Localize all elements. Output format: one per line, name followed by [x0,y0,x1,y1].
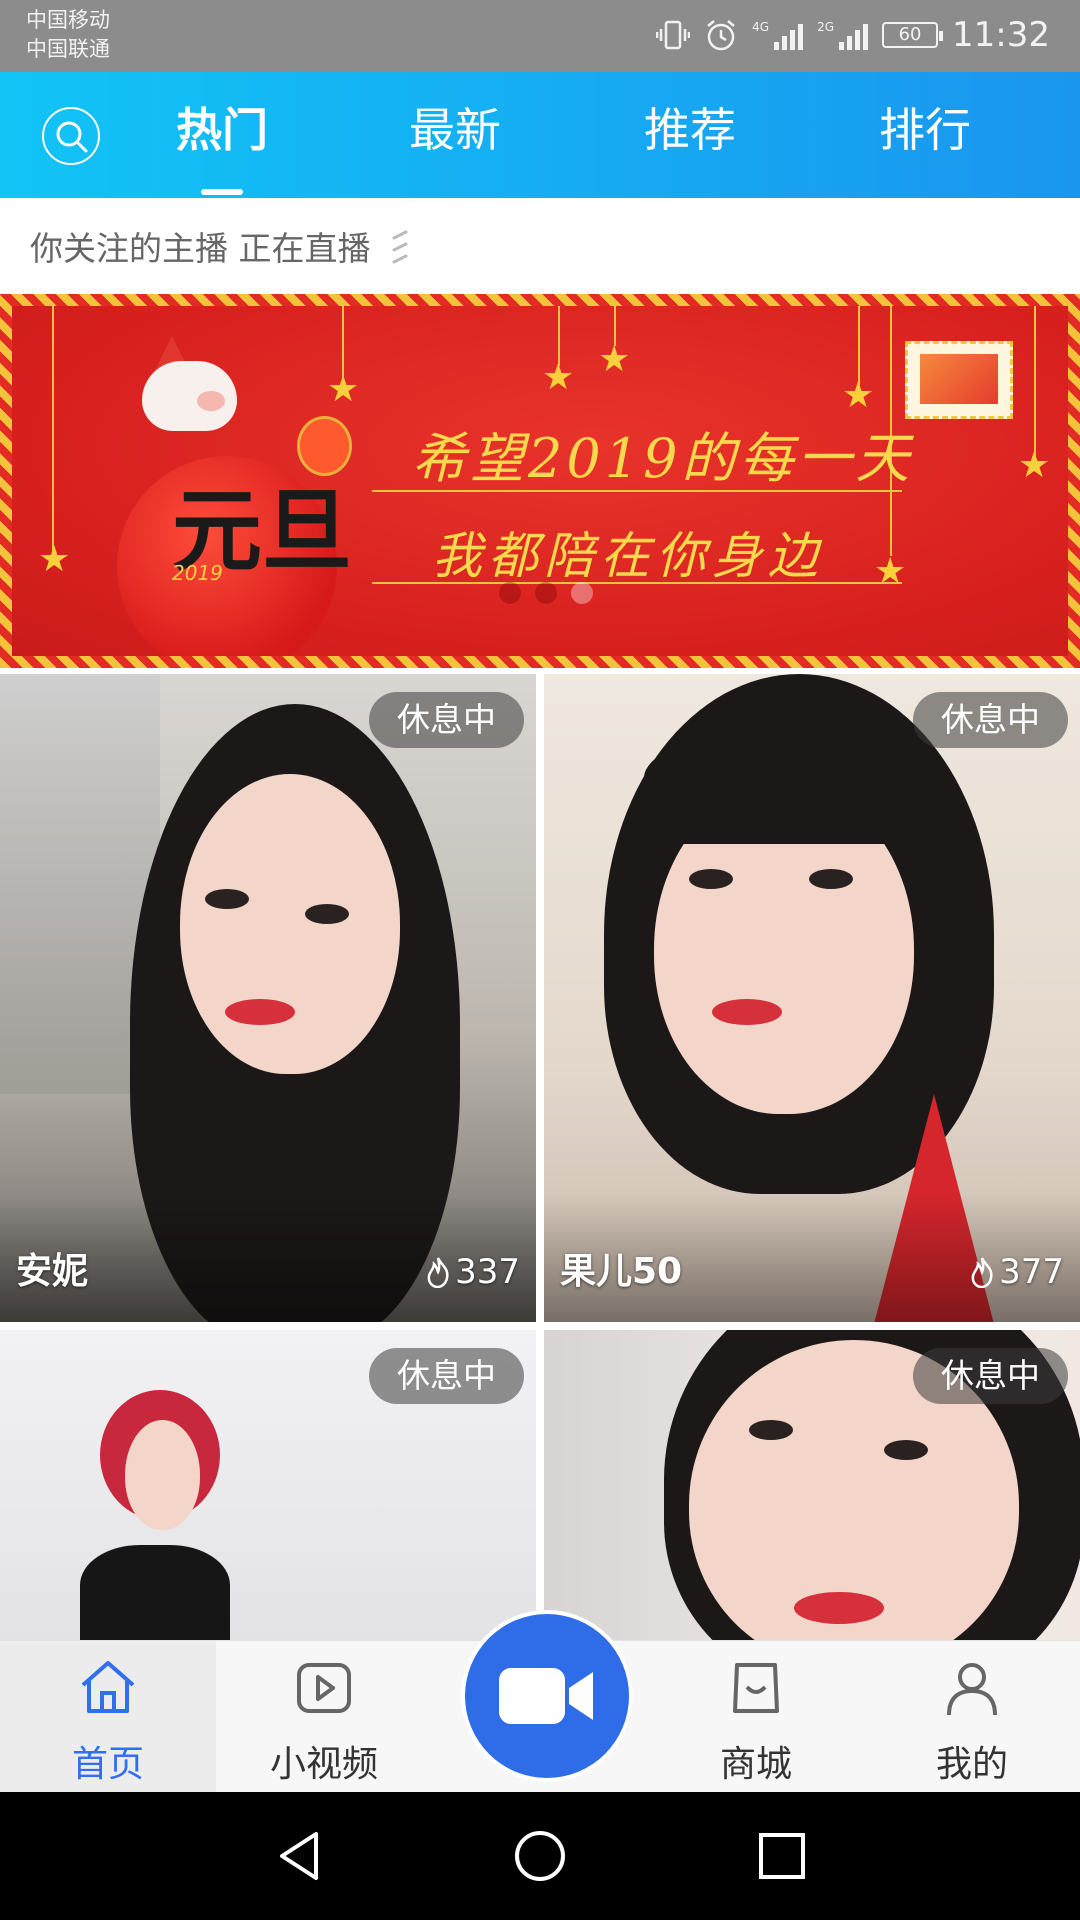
streamer-name: 安妮 [16,1251,89,1292]
new-year-badge-year: 2019 [172,561,223,585]
streamer-photo [0,674,536,1322]
streamer-card[interactable]: 休息中 安妮 337 [0,674,536,1322]
star-icon: ★ [327,369,360,410]
banner-headline-2: 我都陪在你身边 [432,527,824,585]
tab-profile[interactable]: 我的 [864,1657,1080,1787]
tab-home[interactable]: 首页 [0,1657,216,1787]
banner-headline-1: 希望2019的每一天 [412,427,914,490]
lantern-icon [297,416,352,476]
eye-shape [305,904,349,924]
tab-hot[interactable]: 热门 [152,94,292,166]
status-badge: 休息中 [913,1348,1068,1404]
streamer-heat: 337 [425,1252,520,1292]
pager-dot-active[interactable] [571,582,593,604]
tab-ranking[interactable]: 排行 [855,94,995,166]
star-icon: ★ [542,357,575,398]
heat-value: 377 [999,1252,1064,1292]
home-icon [81,1661,135,1713]
streamer-card[interactable]: 休息中 [0,1330,536,1640]
battery-icon: 60 [882,22,944,48]
status-icons: 4G 2G 60 11:32 [656,12,1050,58]
tab-recommend[interactable]: 推荐 [620,94,760,166]
recents-icon[interactable] [754,1828,810,1884]
search-icon [56,121,88,153]
start-live-button-inner [465,1614,629,1778]
vibrate-icon [656,18,691,52]
face-shape [180,774,400,1074]
eye-shape [749,1420,793,1440]
lip-shape [794,1592,884,1624]
star-icon: ★ [842,375,875,416]
eye-shape [205,889,249,909]
tab-short-video[interactable]: 小视频 [216,1657,432,1787]
system-nav-bar [0,1792,1080,1920]
start-live-button[interactable] [461,1610,633,1782]
streamer-card[interactable]: 休息中 果儿50 377 [544,674,1080,1322]
black-top-shape [80,1545,230,1640]
star-icon: ★ [598,339,631,380]
active-tab-indicator [201,189,243,195]
tab-short-video-label: 小视频 [269,1744,378,1785]
alarm-icon [704,18,738,52]
signal-2g-icon: 2G [817,20,869,50]
eye-shape [884,1440,928,1460]
carrier-2: 中国联通 [26,37,110,61]
pager-dot[interactable] [535,582,557,604]
lip-shape [712,999,782,1025]
star-icon: ★ [38,539,71,580]
status-badge: 休息中 [913,692,1068,748]
status-badge: 休息中 [369,692,524,748]
heat-value: 337 [455,1252,520,1292]
star-icon: ★ [1018,445,1051,486]
streamer-name: 果儿50 [560,1251,683,1292]
search-button[interactable] [42,107,100,165]
streamer-photo [544,674,1080,1322]
eye-shape [809,869,853,889]
back-icon[interactable] [272,1828,328,1884]
bangs-shape [644,734,924,844]
followed-live-bar[interactable]: 你关注的主播 正在直播 [0,198,1080,294]
clock: 11:32 [952,15,1050,55]
pager-dot[interactable] [499,582,521,604]
tab-latest[interactable]: 最新 [385,94,525,166]
promo-banner[interactable]: ★ ★ ★ ★ ★ ★ ★ 元旦 2019 希望2019的每一天 我都陪在你身边 [0,294,1080,668]
status-badge: 休息中 [369,1348,524,1404]
streamer-heat: 377 [969,1252,1064,1292]
profile-icon [947,1663,997,1716]
eye-shape [689,869,733,889]
banner-content: ★ ★ ★ ★ ★ ★ ★ 元旦 2019 希望2019的每一天 我都陪在你身边 [12,306,1068,656]
carrier-info: 中国移动 中国联通 [26,6,110,64]
star-string [52,306,54,556]
star-string [858,306,860,386]
flame-icon [427,1257,449,1288]
shopping-bag-icon [733,1663,779,1713]
video-camera-icon [499,1668,593,1724]
top-nav-bar: 热门 最新 推荐 排行 [0,72,1080,198]
stamp-icon [905,341,1013,419]
tab-mall-label: 商城 [719,1744,792,1785]
star-string [1034,306,1036,456]
home-circle-icon[interactable] [512,1828,568,1884]
tab-home-label: 首页 [71,1744,144,1785]
status-bar: 中国移动 中国联通 4G 2G 60 11:32 [0,0,1080,72]
lip-shape [225,999,295,1025]
tab-profile-label: 我的 [935,1744,1008,1785]
streamer-card[interactable]: 休息中 [544,1330,1080,1640]
star-icon: ★ [874,551,907,592]
signal-4g-icon: 4G [752,20,804,50]
carrier-1: 中国移动 [26,8,110,32]
pig-mascot-icon [142,361,237,431]
tab-mall[interactable]: 商城 [648,1657,864,1787]
live-wave-icon [392,230,408,264]
face-shape [125,1420,200,1530]
banner-pager [499,582,593,604]
play-video-icon [297,1663,351,1713]
followed-live-text: 你关注的主播 正在直播 [30,229,371,268]
flame-icon [971,1257,993,1288]
